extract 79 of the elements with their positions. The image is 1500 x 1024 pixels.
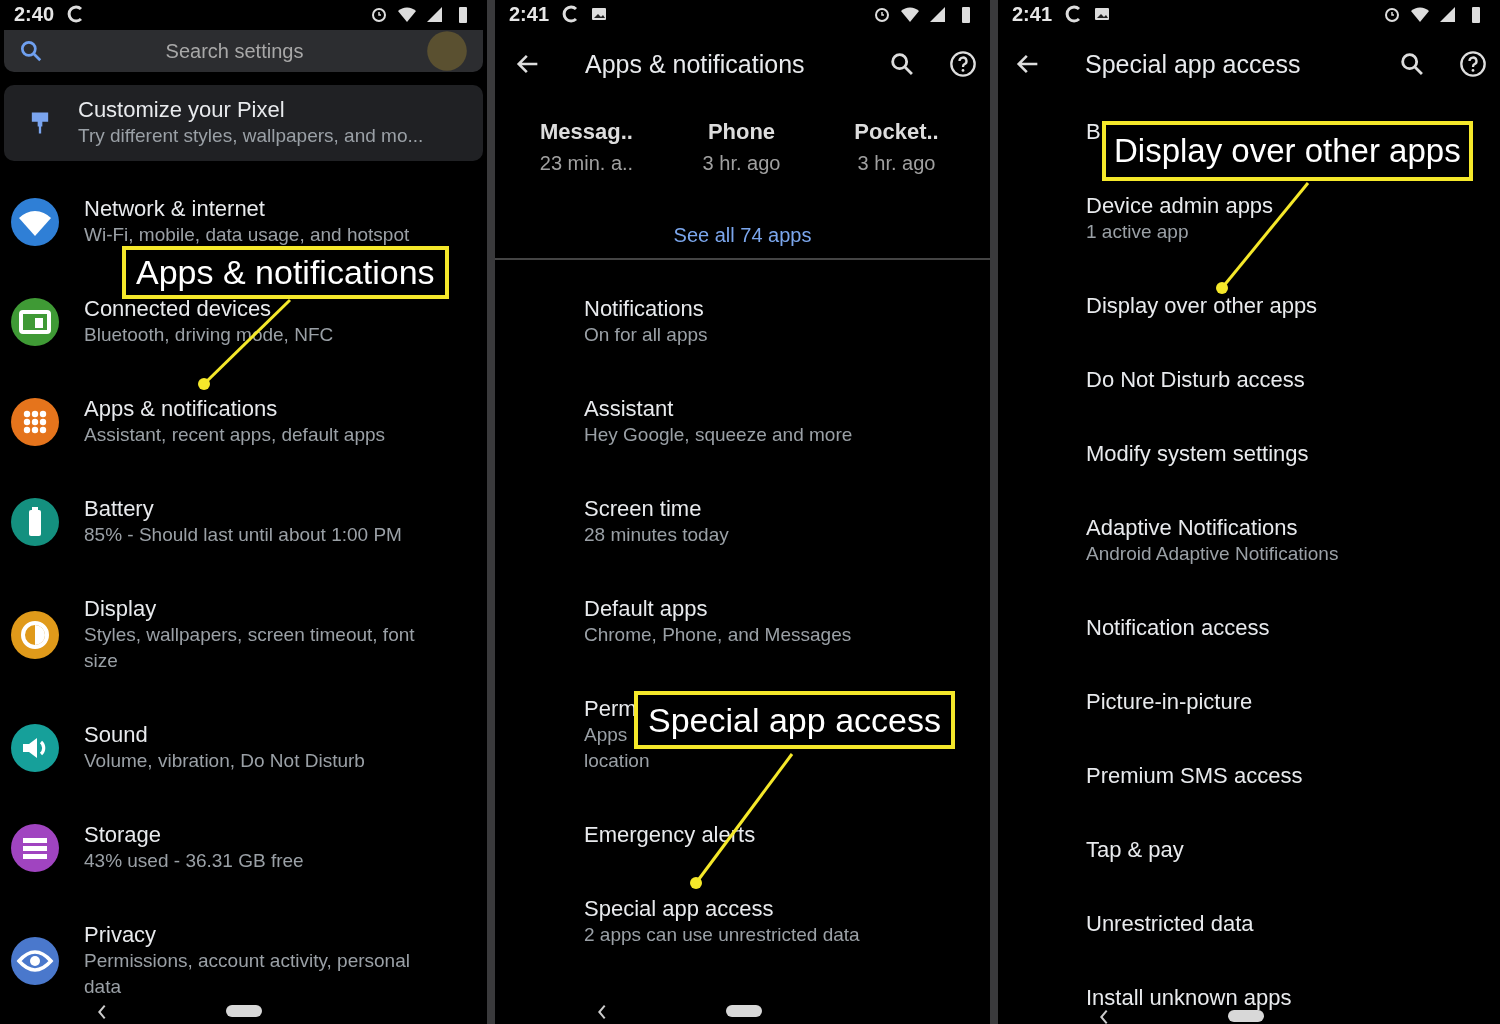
brightness-icon[interactable] xyxy=(11,611,59,659)
recent-app[interactable]: Messag.. 23 min. a.. xyxy=(509,116,664,178)
item-title[interactable]: Tap & pay xyxy=(1086,837,1184,863)
screen-title: Apps & notifications xyxy=(585,49,806,79)
wifi-icon xyxy=(397,4,417,24)
status-time: 2:41 xyxy=(1012,2,1053,26)
item-title[interactable]: Connected devices xyxy=(84,296,272,322)
battery-icon[interactable] xyxy=(11,498,59,546)
item-title[interactable]: Picture-in-picture xyxy=(1086,689,1253,715)
item-subtitle: Apps xyxy=(584,723,628,747)
item-title[interactable]: Display xyxy=(84,596,157,622)
grid-icon[interactable] xyxy=(11,398,59,446)
search-field[interactable]: Search settings xyxy=(54,38,415,64)
item-title[interactable]: Notification access xyxy=(1086,615,1270,641)
item-subtitle: Chrome, Phone, and Messages xyxy=(584,623,852,647)
item-subtitle: location xyxy=(584,749,650,773)
item-subtitle: Android Adaptive Notifications xyxy=(1086,542,1339,566)
item-subtitle: 85% - Should last until about 1:00 PM xyxy=(84,523,402,547)
item-title[interactable]: Apps & notifications xyxy=(84,396,278,422)
banner-subtitle: Try different styles, wallpapers, and mo... xyxy=(78,124,424,148)
item-subtitle: 43% used - 36.31 GB free xyxy=(84,849,304,873)
item-title[interactable]: Privacy xyxy=(84,922,157,948)
item-title[interactable]: Assistant xyxy=(584,396,674,422)
screen-title: Special app access xyxy=(1085,49,1302,79)
status-time: 2:41 xyxy=(509,2,550,26)
banner-title: Customize your Pixel xyxy=(78,97,285,123)
back-chevron-icon[interactable] xyxy=(596,1003,608,1021)
avatar-icon[interactable] xyxy=(425,29,469,73)
item-subtitle: Permissions, account activity, personal data xyxy=(84,949,411,999)
wifi-icon[interactable] xyxy=(11,198,59,246)
speaker-icon[interactable] xyxy=(11,724,59,772)
item-title[interactable]: Sound xyxy=(84,722,148,748)
item-title[interactable]: Special app access xyxy=(584,896,774,922)
callout-label: Special app access xyxy=(634,691,955,749)
item-title[interactable]: Network & internet xyxy=(84,196,265,222)
home-pill[interactable] xyxy=(1228,1010,1264,1022)
see-all-link[interactable]: See all 74 apps xyxy=(673,224,812,246)
item-title[interactable]: Perm xyxy=(584,696,637,722)
item-subtitle: Hey Google, squeeze and more xyxy=(584,423,853,447)
item-title[interactable]: Screen time xyxy=(584,496,702,522)
search-bar[interactable]: Search settings xyxy=(4,30,483,72)
item-title[interactable]: Modify system settings xyxy=(1086,441,1309,467)
item-subtitle: Wi-Fi, mobile, data usage, and hotspot xyxy=(84,223,410,247)
item-title[interactable]: Adaptive Notifications xyxy=(1086,515,1298,541)
item-title[interactable]: Device admin apps xyxy=(1086,193,1274,219)
recent-app[interactable]: Pocket.. 3 hr. ago xyxy=(819,116,974,178)
customize-card[interactable]: Customize your Pixel Try different styles, wallpapers, and mo... xyxy=(4,85,483,161)
callout-label: Display over other apps xyxy=(1102,121,1473,181)
back-chevron-icon[interactable] xyxy=(1098,1008,1110,1024)
item-title[interactable]: Notifications xyxy=(584,296,704,322)
wifi-icon xyxy=(900,4,920,24)
item-subtitle: 28 minutes today xyxy=(584,523,729,547)
item-subtitle: Assistant, recent apps, default apps xyxy=(84,423,385,447)
recent-app[interactable]: Phone 3 hr. ago xyxy=(664,116,819,178)
item-subtitle: Styles, wallpapers, screen timeout, font size xyxy=(84,623,416,673)
item-title[interactable]: Premium SMS access xyxy=(1086,763,1303,789)
wifi-icon xyxy=(1410,4,1430,24)
callout-label: Apps & notifications xyxy=(122,246,449,299)
back-chevron-icon[interactable] xyxy=(96,1003,108,1021)
item-subtitle: 2 apps can use unrestricted data xyxy=(584,923,860,947)
item-title[interactable]: Install unknown apps xyxy=(1086,985,1292,1011)
item-title[interactable]: Storage xyxy=(84,822,162,848)
item-title[interactable]: Battery xyxy=(84,496,154,522)
home-pill[interactable] xyxy=(226,1005,262,1017)
home-pill[interactable] xyxy=(726,1005,762,1017)
help-icon[interactable] xyxy=(949,50,977,78)
help-icon[interactable] xyxy=(1459,50,1487,78)
item-title[interactable]: Unrestricted data xyxy=(1086,911,1254,937)
item-subtitle: Volume, vibration, Do Not Disturb xyxy=(84,749,365,773)
item-subtitle: On for all apps xyxy=(584,323,708,347)
item-title[interactable]: Default apps xyxy=(584,596,708,622)
devices-icon[interactable] xyxy=(11,298,59,346)
eye-icon[interactable] xyxy=(11,937,59,985)
item-title[interactable]: B xyxy=(1086,119,1101,145)
item-title[interactable]: Do Not Disturb access xyxy=(1086,367,1305,393)
status-time: 2:40 xyxy=(14,2,55,26)
item-subtitle: 1 active app xyxy=(1086,220,1189,244)
list-icon[interactable] xyxy=(11,824,59,872)
item-title[interactable]: Display over other apps xyxy=(1086,293,1318,319)
